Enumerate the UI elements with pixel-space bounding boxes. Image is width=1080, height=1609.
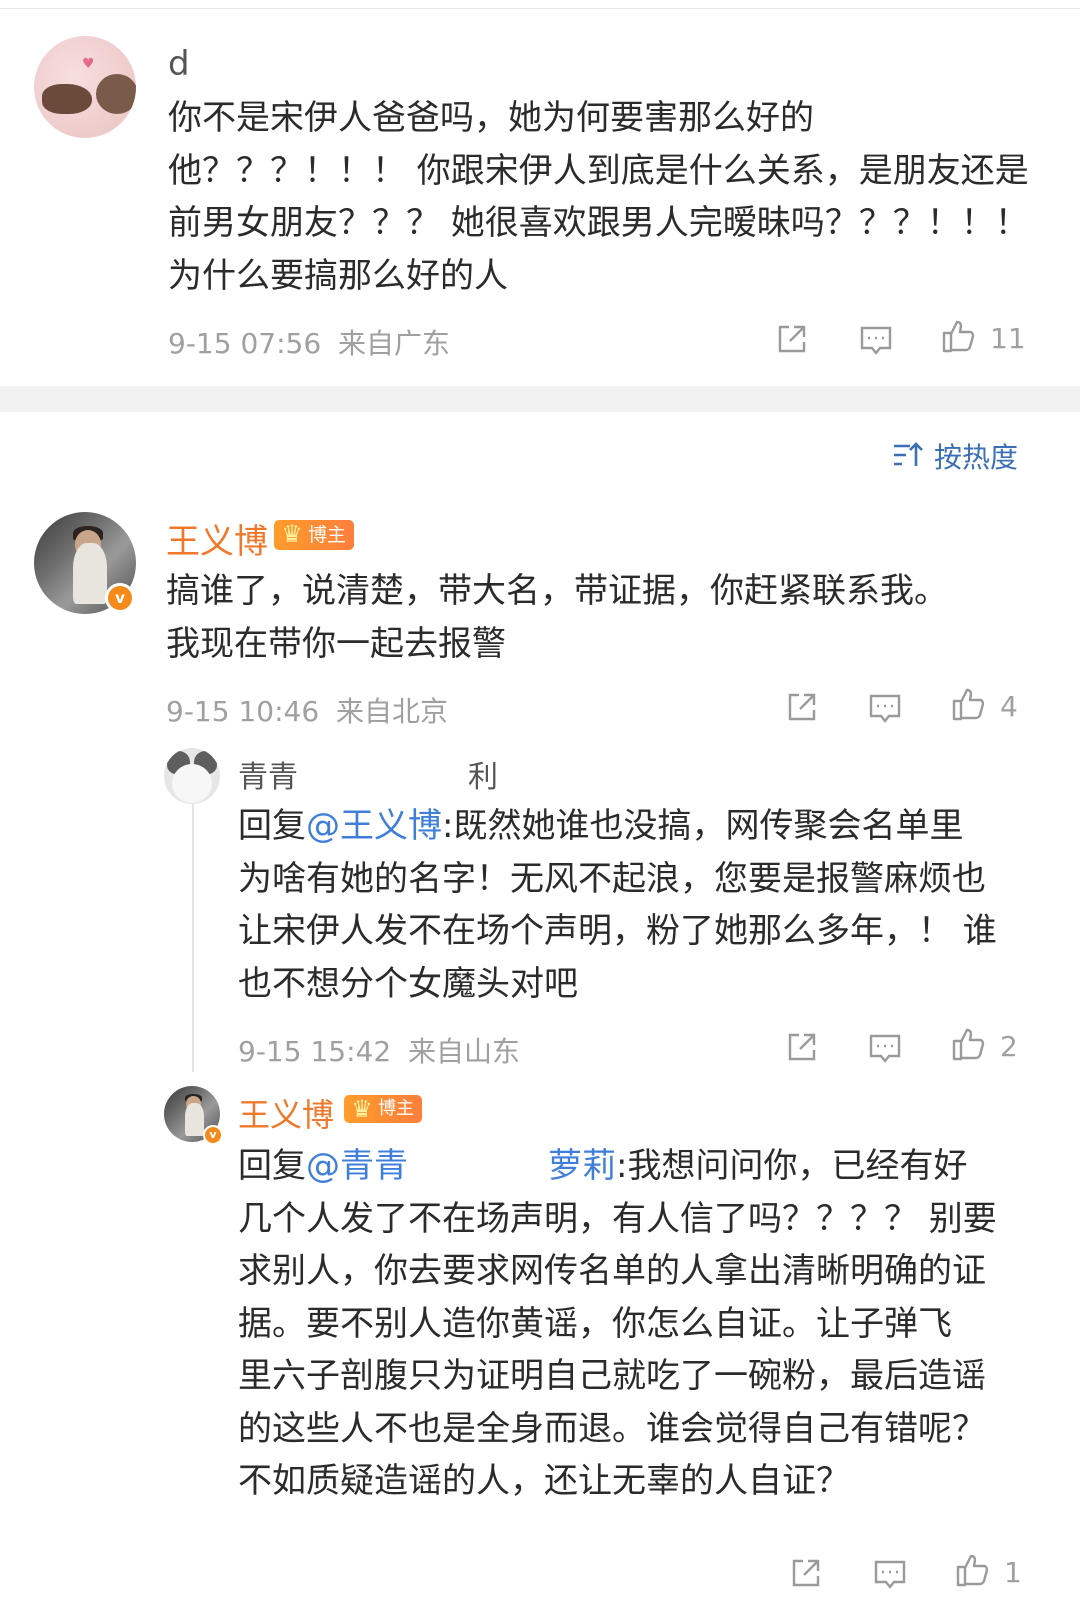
crown-icon: ♛ xyxy=(351,1095,373,1123)
host-badge: ♛ 博主 xyxy=(344,1095,422,1123)
reply-text: 回复@青青 萝莉:我想问问你，已经有好 几个人发了不在场声明，有人信了吗？？？？ … xyxy=(238,1146,997,1501)
verified-v-icon: v xyxy=(203,1125,223,1145)
thumbs-up-icon[interactable] xyxy=(940,318,976,354)
reply-date: 9-15 15:42 xyxy=(238,1035,392,1068)
mention-link[interactable]: @青青 萝莉 xyxy=(306,1146,616,1186)
like-count: 1 xyxy=(1004,1556,1022,1589)
reply-meta: 9-15 15:42 来自山东 xyxy=(238,1030,520,1070)
like-count: 4 xyxy=(1000,690,1018,723)
share-icon[interactable] xyxy=(784,689,820,725)
comment-meta: 9-15 07:56 来自广东 xyxy=(168,322,450,362)
reply-location: 来自山东 xyxy=(408,1035,521,1068)
crown-icon: ♛ xyxy=(281,520,303,548)
comment-icon[interactable] xyxy=(858,322,894,358)
reply-username[interactable]: 王义博 xyxy=(238,1090,334,1136)
share-icon[interactable] xyxy=(788,1555,824,1591)
thumbs-up-icon[interactable] xyxy=(954,1552,990,1588)
comment-date: 9-15 10:46 xyxy=(166,695,320,728)
sort-icon[interactable] xyxy=(892,440,924,470)
share-icon[interactable] xyxy=(774,321,810,357)
mention-link[interactable]: @王义博 xyxy=(306,806,442,846)
comment-username[interactable]: 王义博 xyxy=(166,514,268,563)
comment-icon[interactable] xyxy=(872,1556,908,1592)
comment-text: 搞谁了，说清楚，带大名，带证据，你赶紧联系我。 我现在带你一起去报警 xyxy=(166,571,948,664)
comment-meta: 9-15 10:46 来自北京 xyxy=(166,690,448,730)
reply-thread-line xyxy=(192,800,194,1072)
thumbs-up-icon[interactable] xyxy=(950,1026,986,1062)
share-icon[interactable] xyxy=(784,1029,820,1065)
thumbs-up-icon[interactable] xyxy=(950,686,986,722)
top-divider xyxy=(0,8,1080,9)
heart-icon: ♥ xyxy=(82,56,95,72)
avatar[interactable]: ♥ xyxy=(34,36,136,138)
comment-text: 你不是宋伊人爸爸吗，她为何要害那么好的 他？？？！！！ 你跟宋伊人到底是什么关系… xyxy=(168,98,1029,296)
sort-by-hot-button[interactable]: 按热度 xyxy=(934,436,1018,476)
avatar[interactable] xyxy=(164,748,220,804)
comment-location: 来自广东 xyxy=(338,327,451,360)
comment-location: 来自北京 xyxy=(336,695,449,728)
comment-icon[interactable] xyxy=(867,1030,903,1066)
comment-icon[interactable] xyxy=(867,690,903,726)
like-count: 2 xyxy=(1000,1030,1018,1063)
like-count: 11 xyxy=(990,322,1026,355)
section-separator xyxy=(0,386,1080,412)
comment-date: 9-15 07:56 xyxy=(168,327,322,360)
verified-v-icon: v xyxy=(105,583,135,613)
host-badge: ♛ 博主 xyxy=(274,520,355,550)
reply-username[interactable]: 青青利 xyxy=(238,752,498,796)
comment-username[interactable]: d xyxy=(168,44,190,84)
reply-text: 回复@王义博:既然她谁也没搞，网传聚会名单里 为啥有她的名字！无风不起浪，您要是… xyxy=(238,806,997,1004)
